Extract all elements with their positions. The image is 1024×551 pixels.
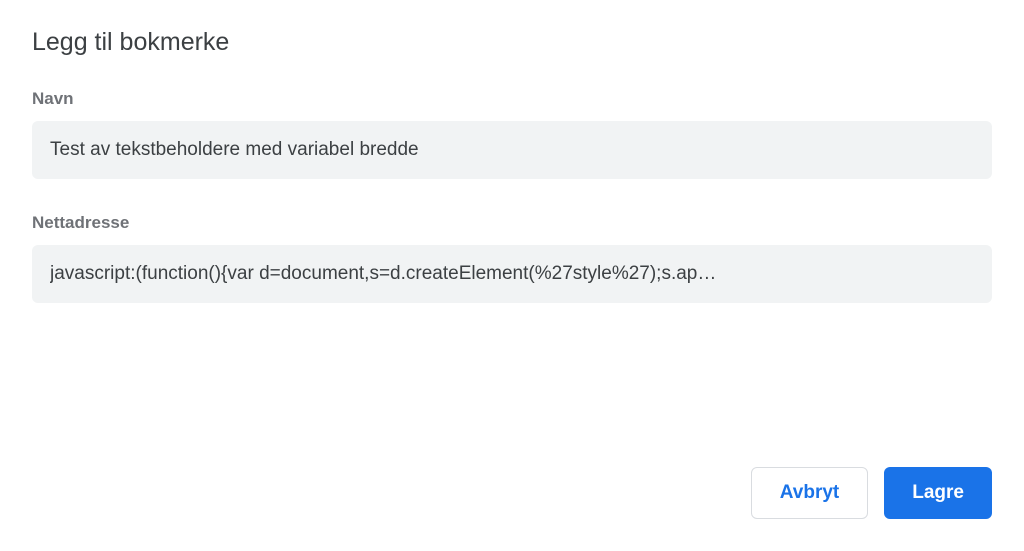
name-input[interactable]	[32, 121, 992, 179]
url-label: Nettadresse	[32, 213, 992, 233]
add-bookmark-dialog: Legg til bokmerke Navn Nettadresse Avbry…	[0, 0, 1024, 551]
url-input[interactable]	[32, 245, 992, 303]
name-field-group: Navn	[32, 89, 992, 179]
dialog-buttons: Avbryt Lagre	[751, 467, 992, 519]
cancel-button[interactable]: Avbryt	[751, 467, 868, 519]
dialog-title: Legg til bokmerke	[32, 28, 992, 57]
url-field-group: Nettadresse	[32, 213, 992, 303]
name-label: Navn	[32, 89, 992, 109]
save-button[interactable]: Lagre	[884, 467, 992, 519]
